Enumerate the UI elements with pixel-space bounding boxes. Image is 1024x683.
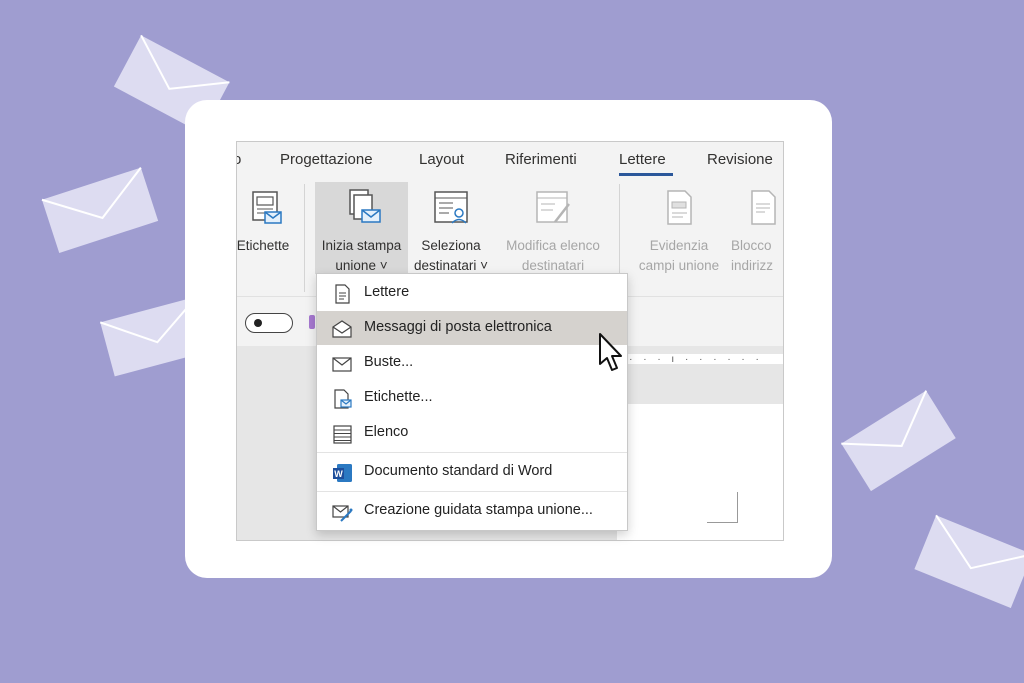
- modifica-label-1: Modifica elenco: [506, 238, 600, 253]
- mail-merge-wizard-icon: [332, 505, 353, 522]
- envelope-decoration-5: [914, 514, 1024, 608]
- menu-item-label: Elenco: [364, 424, 409, 440]
- evidenzia-campi-unione-button[interactable]: Evidenzia campi unione: [629, 182, 729, 276]
- envelope-icon: [332, 357, 352, 372]
- menu-item-label: Messaggi di posta elettronica: [364, 319, 552, 335]
- menu-item-elenco[interactable]: Elenco: [317, 416, 627, 450]
- evidenzia-label-2: campi unione: [638, 258, 720, 273]
- evidenzia-label-1: Evidenzia: [649, 238, 709, 253]
- tab-revisione[interactable]: Revisione: [707, 151, 773, 168]
- select-recipients-icon: [434, 191, 468, 224]
- svg-text:W: W: [334, 469, 343, 479]
- menu-item-label: Buste...: [364, 354, 414, 370]
- inizia-stampa-unione-button[interactable]: Inizia stampa unione ˅: [315, 182, 408, 274]
- tab-lettere[interactable]: Lettere: [619, 151, 666, 168]
- menu-item-etichette[interactable]: Etichette...: [317, 381, 627, 415]
- tab-riferimenti[interactable]: Riferimenti: [505, 151, 577, 168]
- ruler: · · · · ı · · · · · ·: [615, 354, 783, 365]
- address-block-icon: [751, 190, 776, 225]
- mouse-pointer-icon: [599, 333, 622, 371]
- toggle-knob: [254, 319, 262, 327]
- start-mail-merge-icon: [348, 189, 381, 223]
- menu-separator: [317, 452, 627, 453]
- blocco-label-2: indirizz: [731, 258, 774, 273]
- ribbon-tabs: o Progettazione Layout Riferimenti Lette…: [237, 142, 783, 178]
- active-tab-indicator: [619, 173, 673, 176]
- toggle-switch[interactable]: [245, 313, 293, 333]
- start-mail-merge-dropdown: Lettere Messaggi di posta elettronica Bu…: [316, 273, 628, 531]
- menu-item-lettere[interactable]: Lettere: [317, 276, 627, 310]
- envelope-decoration-4: [841, 390, 956, 492]
- labels-icon: [252, 191, 282, 224]
- menu-item-label: Lettere: [364, 284, 410, 300]
- letter-document-icon: [335, 284, 350, 304]
- blocco-indirizzo-button[interactable]: Blocco indirizz: [729, 182, 783, 276]
- directory-list-icon: [333, 425, 352, 444]
- blocco-label-1: Blocco: [731, 238, 772, 253]
- open-envelope-icon: [332, 320, 352, 338]
- word-logo-icon: W: [333, 464, 352, 482]
- tab-partial[interactable]: o: [237, 151, 241, 168]
- document-page[interactable]: [617, 404, 783, 540]
- label-document-icon: [334, 389, 352, 409]
- tab-progettazione[interactable]: Progettazione: [280, 151, 373, 168]
- highlight-merge-fields-icon: [667, 190, 692, 225]
- seleziona-label-1: Seleziona: [421, 238, 481, 253]
- menu-item-messaggi-posta[interactable]: Messaggi di posta elettronica: [317, 311, 627, 345]
- purple-marker: [309, 315, 315, 329]
- envelope-decoration-2: [41, 167, 159, 254]
- tab-layout[interactable]: Layout: [419, 151, 464, 168]
- etichette-label: Etichette: [236, 238, 290, 253]
- menu-item-creazione-guidata[interactable]: Creazione guidata stampa unione...: [317, 494, 627, 528]
- menu-item-label: Documento standard di Word: [364, 463, 553, 479]
- modifica-elenco-destinatari-button[interactable]: Modifica elenco destinatari: [496, 182, 610, 276]
- menu-item-label: Etichette...: [364, 389, 433, 405]
- seleziona-destinatari-button[interactable]: Seleziona destinatari ˅: [410, 182, 492, 276]
- inizia-label-1: Inizia stampa: [321, 238, 402, 253]
- ruler-ticks: · · · · ı · · · · · ·: [615, 354, 763, 365]
- menu-item-label: Creazione guidata stampa unione...: [364, 502, 593, 518]
- ribbon-separator: [304, 184, 305, 292]
- etichette-button[interactable]: Etichette: [236, 182, 295, 290]
- menu-separator: [317, 491, 627, 492]
- menu-item-buste[interactable]: Buste...: [317, 346, 627, 380]
- menu-item-documento-standard[interactable]: W Documento standard di Word: [317, 455, 627, 489]
- page-corner-mark: [707, 492, 738, 523]
- edit-recipient-list-icon: [536, 191, 570, 223]
